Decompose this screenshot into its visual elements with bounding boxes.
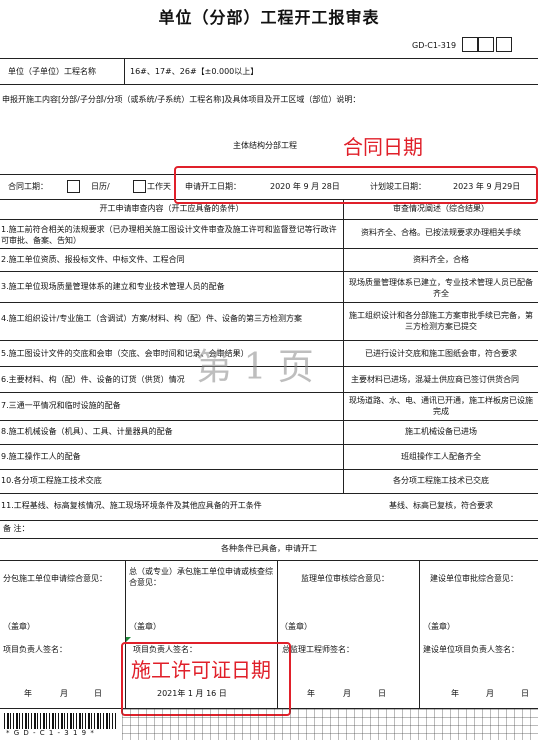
remark-label: 备 注： (3, 524, 30, 533)
checklist-item-1: 1.施工前符合相关的法规要求（已办理相关施工图设计文件审查及施工许可和监督登记等… (1, 225, 337, 245)
sign-supervisor: 总监理工程师签名： (282, 645, 354, 654)
grid-background (122, 709, 538, 740)
opinion-owner-heading: 建设单位审批综合意见： (430, 574, 518, 583)
content-value: 主体结构分部工程 (233, 141, 297, 150)
checklist-result-5: 已进行设计交底和施工图纸会审，符合要求 (365, 349, 517, 358)
conditions-text: 各种条件已具备，申请开工 (221, 544, 317, 553)
checklist-result-6: 主要材料已进场，混凝土供应商已签订供货合同 (351, 375, 519, 384)
checklist-header-right: 审查情况阐述（综合结果） (393, 204, 489, 213)
checklist-result-7: 现场道路、水、电、通讯已开通，施工样板房已设施完成 (349, 396, 533, 416)
checklist-result-9: 班组操作工人配备齐全 (401, 452, 481, 461)
calendar-days-label: 日历/ (91, 182, 110, 191)
contract-period-label: 合同工期： (8, 182, 48, 191)
unit-value: 16#、17#、26#【±0.000以上】 (130, 67, 259, 76)
form-code: GD-C1-319 (412, 41, 457, 50)
annotation-permit-date: 施工许可证日期 (131, 658, 271, 682)
seal-subcontractor: （盖章） (3, 622, 35, 631)
checklist-result-3: 现场质量管理体系已建立，专业技术管理人员已配备齐全 (349, 278, 533, 298)
checklist-result-1: 资料齐全、合格。已按法规要求办理相关手续 (361, 228, 521, 237)
plan-finish-label: 计划竣工日期： (370, 182, 426, 191)
checklist-result-11: 基线、标高已复核，符合要求 (389, 501, 493, 510)
barcode (4, 713, 116, 729)
checklist-result-10: 各分项工程施工技术已交底 (393, 476, 489, 485)
checklist-result-4: 施工组织设计和各分部施工方案审批手续已完备，第三方检测方案已提交 (349, 311, 533, 331)
seal-supervisor: （盖章） (280, 622, 312, 631)
barcode-text: * G D - C 1 - 3 1 9 * (6, 729, 95, 737)
contract-days-checkbox[interactable] (67, 180, 80, 193)
page-title: 单位（分部）工程开工报审表 (158, 8, 380, 27)
code-box-1 (462, 37, 478, 52)
content-label: 申报开施工内容[分部/子分部/分项（或系统/子系统）工程名称]及具体项目及开工区… (2, 95, 361, 104)
code-box-3 (496, 37, 512, 52)
checklist-result-8: 施工机械设备已进场 (405, 427, 477, 436)
workdays-checkbox[interactable] (133, 180, 146, 193)
checklist-item-6: 6.主要材料、构（配）件、设备的订货（供货）情况 (1, 375, 185, 384)
sign-owner: 建设单位项目负责人签名： (423, 645, 519, 654)
checklist-item-7: 7.三通一平情况和临时设施的配备 (1, 401, 121, 410)
checklist-item-3: 3.施工单位现场质量管理体系的建立和专业技术管理人员的配备 (1, 282, 225, 291)
checklist-result-2: 资料齐全，合格 (413, 255, 469, 264)
opinion-subcontractor-heading: 分包施工单位申请综合意见： (3, 574, 107, 583)
checklist-item-8: 8.施工机械设备（机具）、工具、计量器具的配备 (1, 427, 173, 436)
workdays-label: 工作天 (147, 182, 171, 191)
page-watermark: 第 1 页 (196, 347, 314, 388)
plan-finish-date: 2023 年 9 月29日 (453, 182, 521, 191)
checklist-header-left: 开工申请审查内容（开工应具备的条件） (99, 204, 244, 213)
checklist-item-4: 4.施工组织设计/专业施工（含调试）方案/材料、构（配）件、设备的第三方检测方案 (1, 314, 303, 323)
checklist-item-11: 11.工程基线、标高复核情况、施工现场环境条件及其他应具备的开工条件 (1, 501, 262, 510)
code-box-2 (478, 37, 494, 52)
seal-contractor: （盖章） (129, 622, 161, 631)
annotation-contract-date: 合同日期 (343, 135, 423, 159)
checklist-item-9: 9.施工操作工人的配备 (1, 452, 81, 461)
apply-start-label: 申请开工日期： (185, 182, 241, 191)
checklist-item-10: 10.各分项工程施工技术交底 (1, 476, 102, 485)
checklist-item-2: 2.施工单位资质、报投标文件、中标文件、工程合同 (1, 255, 185, 264)
unit-label: 单位（子单位）工程名称 (8, 67, 96, 76)
sign-subcontractor: 项目负责人签名： (3, 645, 67, 654)
opinion-contractor-heading: 总（或专业）承包施工单位申请或核查综合意见： (129, 567, 273, 587)
seal-owner: （盖章） (423, 622, 455, 631)
apply-start-date: 2020 年 9 月 28日 (270, 182, 340, 191)
opinion-supervisor-heading: 监理单位审核综合意见： (301, 574, 389, 583)
